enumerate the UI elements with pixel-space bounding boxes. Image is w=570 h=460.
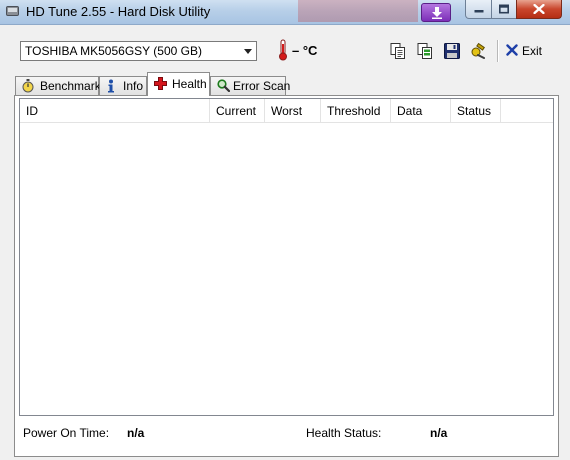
exit-label: Exit (522, 44, 543, 58)
table-header: ID Current Worst Threshold Data Status (20, 99, 553, 123)
health-cross-icon (154, 77, 167, 90)
client-area: TOSHIBA MK5056GSY (500 GB) – °C Exit Ben… (0, 25, 570, 460)
magnifier-icon (217, 79, 230, 92)
tab-benchmark-label: Benchmark (40, 79, 101, 93)
tab-error-scan[interactable]: Error Scan (210, 76, 290, 95)
minimize-button[interactable] (465, 0, 492, 19)
hd-tune-app-icon (6, 6, 19, 16)
column-data-label: Data (397, 104, 423, 118)
copy-icon[interactable] (389, 42, 407, 60)
exit-icon (506, 44, 518, 56)
info-icon (108, 79, 114, 93)
copy-all-icon[interactable] (416, 42, 434, 60)
smart-attributes-table[interactable]: ID Current Worst Threshold Data Status (19, 98, 554, 416)
power-on-time-label: Power On Time: (23, 426, 110, 440)
close-icon (533, 4, 545, 14)
column-id-label: ID (26, 104, 38, 118)
column-status-label: Status (457, 104, 492, 118)
save-icon[interactable] (443, 42, 461, 60)
power-on-time-value: n/a (127, 426, 145, 440)
column-current-label: Current (216, 104, 257, 118)
download-button[interactable] (421, 3, 451, 22)
tab-health-label: Health (172, 77, 207, 91)
column-current[interactable]: Current (210, 99, 265, 122)
down-arrow-icon (432, 7, 442, 19)
toolbar-separator (497, 40, 499, 62)
thermometer-icon (279, 39, 287, 61)
column-worst-label: Worst (271, 104, 303, 118)
tab-info[interactable]: Info (99, 76, 147, 95)
chevron-down-icon (244, 49, 252, 54)
column-threshold-label: Threshold (327, 104, 381, 118)
health-status-label: Health Status: (306, 426, 382, 440)
column-status[interactable]: Status (451, 99, 501, 122)
health-panel: ID Current Worst Threshold Data Status P… (14, 95, 559, 457)
title-bar-background-reflection (298, 0, 418, 22)
tab-info-label: Info (123, 79, 144, 93)
maximize-icon (499, 4, 509, 14)
column-data[interactable]: Data (391, 99, 451, 122)
tab-error-scan-label: Error Scan (233, 79, 291, 93)
health-status-bar: Power On Time: n/a Health Status: n/a (15, 426, 558, 450)
tab-benchmark[interactable]: Benchmark (15, 76, 101, 95)
drive-select-value: TOSHIBA MK5056GSY (500 GB) (25, 44, 202, 58)
drive-select[interactable]: TOSHIBA MK5056GSY (500 GB) (20, 41, 257, 61)
temperature-readout: – °C (292, 43, 318, 58)
health-status-value: n/a (430, 426, 448, 440)
maximize-button[interactable] (491, 0, 517, 19)
column-threshold[interactable]: Threshold (321, 99, 391, 122)
title-bar[interactable]: HD Tune 2.55 - Hard Disk Utility (0, 0, 570, 25)
window-title: HD Tune 2.55 - Hard Disk Utility (26, 4, 211, 19)
column-worst[interactable]: Worst (265, 99, 321, 122)
stopwatch-icon (22, 79, 34, 93)
tab-health[interactable]: Health (147, 72, 210, 96)
minimize-icon (474, 10, 483, 13)
options-icon[interactable] (469, 42, 487, 60)
column-id[interactable]: ID (20, 99, 210, 122)
close-button[interactable] (516, 0, 562, 19)
